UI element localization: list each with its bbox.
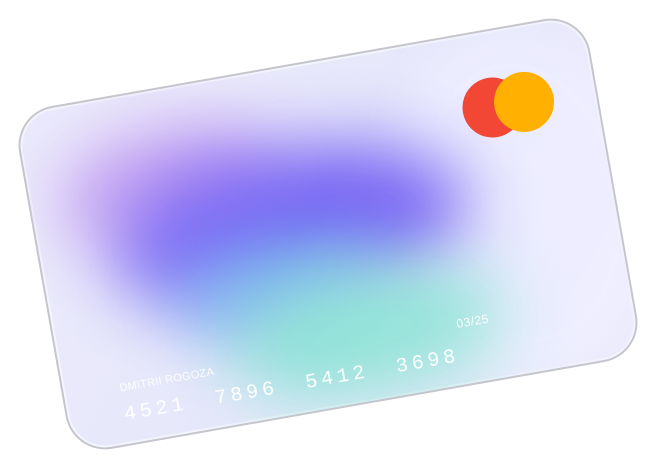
credit-card: 03/25 DMITRII ROGOZA 4521 7896 5412 3698	[14, 14, 642, 454]
card-number-group-1: 4521	[122, 393, 190, 427]
card-number-group-2: 7896	[213, 377, 281, 411]
stage: 03/25 DMITRII ROGOZA 4521 7896 5412 3698	[0, 0, 656, 467]
